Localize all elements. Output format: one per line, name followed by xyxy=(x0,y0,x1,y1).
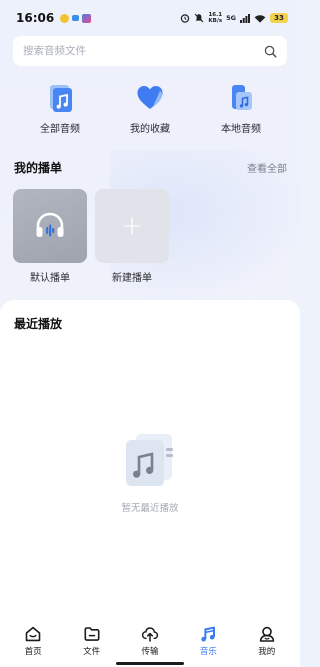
entry-favorites[interactable]: 我的收藏 xyxy=(105,82,195,135)
tab-music[interactable]: 音乐 xyxy=(180,618,236,667)
battery-indicator: 33 xyxy=(270,13,288,23)
notification-icon xyxy=(60,13,70,23)
playlist-default[interactable]: 默认播单 xyxy=(13,189,87,284)
profile-icon xyxy=(259,626,274,642)
create-playlist-button[interactable]: + xyxy=(95,189,169,263)
network-type: 5G xyxy=(226,14,236,22)
entry-all-audio-label: 全部音频 xyxy=(40,124,80,135)
search-input[interactable] xyxy=(23,45,264,57)
alarm-icon xyxy=(181,14,190,23)
playlist-default-cover[interactable] xyxy=(13,189,87,263)
playlist-default-label: 默认播单 xyxy=(30,273,70,284)
bottom-tab-bar: 首页 文件 传输 音乐 我的 xyxy=(0,618,300,667)
music-file-icon xyxy=(50,85,72,112)
tab-transfer-label: 传输 xyxy=(141,647,159,657)
net-speed: 16.1 KB/s xyxy=(208,12,222,24)
status-time: 16:06 xyxy=(16,11,55,25)
folder-icon xyxy=(84,627,100,641)
net-speed-unit: KB/s xyxy=(208,18,223,24)
notification-icon xyxy=(72,15,80,21)
search-bar[interactable] xyxy=(13,36,287,66)
tab-profile[interactable]: 我的 xyxy=(239,618,295,667)
home-icon xyxy=(25,626,41,642)
status-bar: 16:06 16.1 KB/s 5G 33 xyxy=(0,0,300,36)
playlist-create-label: 新建播单 xyxy=(112,273,152,284)
recent-title: 最近播放 xyxy=(14,317,63,331)
notification-icon xyxy=(82,13,92,23)
tab-profile-label: 我的 xyxy=(258,647,276,657)
empty-text: 暂无最近播放 xyxy=(121,503,179,514)
tab-files-label: 文件 xyxy=(83,647,101,657)
home-indicator[interactable] xyxy=(116,662,184,665)
tab-files[interactable]: 文件 xyxy=(64,618,120,667)
wifi-icon xyxy=(254,14,266,23)
signal-icon xyxy=(240,13,250,23)
tab-transfer[interactable]: 传输 xyxy=(122,618,178,667)
cloud-transfer-icon xyxy=(141,627,159,642)
headphones-icon xyxy=(36,212,64,237)
view-all-link[interactable]: 查看全部 xyxy=(247,160,287,175)
phone-music-icon xyxy=(232,85,252,110)
entry-favorites-label: 我的收藏 xyxy=(130,124,170,135)
entry-local-audio-label: 本地音频 xyxy=(221,124,261,135)
recent-empty-state: 暂无最近播放 xyxy=(0,430,300,514)
mute-icon xyxy=(195,13,204,23)
tab-home[interactable]: 首页 xyxy=(5,618,61,667)
status-right: 16.1 KB/s 5G 33 xyxy=(180,12,288,24)
playlists-title: 我的播单 xyxy=(14,161,63,175)
notification-icons xyxy=(60,13,92,23)
music-note-icon xyxy=(201,626,216,642)
tab-music-label: 音乐 xyxy=(199,647,217,657)
quick-entries: 全部音频 我的收藏 本地音频 xyxy=(0,82,300,142)
entry-local-audio[interactable]: 本地音频 xyxy=(196,82,286,135)
search-icon[interactable] xyxy=(264,45,277,58)
plus-icon: + xyxy=(121,211,143,241)
entry-all-audio[interactable]: 全部音频 xyxy=(15,82,105,135)
heart-icon xyxy=(137,86,163,109)
playlist-create[interactable]: + 新建播单 xyxy=(95,189,169,284)
empty-music-icon xyxy=(126,434,173,486)
recent-plays-panel: 最近播放 暂无最近播放 xyxy=(0,300,300,618)
tab-home-label: 首页 xyxy=(24,647,42,657)
